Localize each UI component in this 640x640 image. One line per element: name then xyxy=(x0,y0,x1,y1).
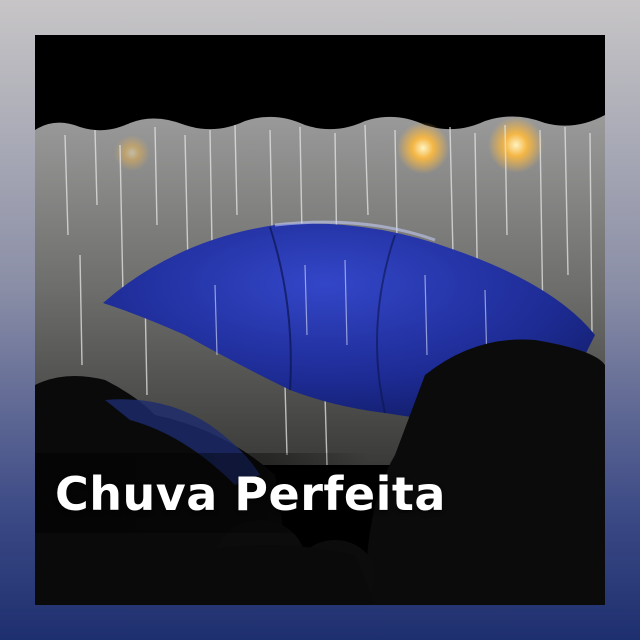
street-light xyxy=(114,135,150,171)
street-light xyxy=(488,117,544,173)
street-light xyxy=(397,122,449,174)
album-title: Chuva Perfeita xyxy=(55,467,446,521)
cover-art: Chuva Perfeita xyxy=(35,35,605,605)
